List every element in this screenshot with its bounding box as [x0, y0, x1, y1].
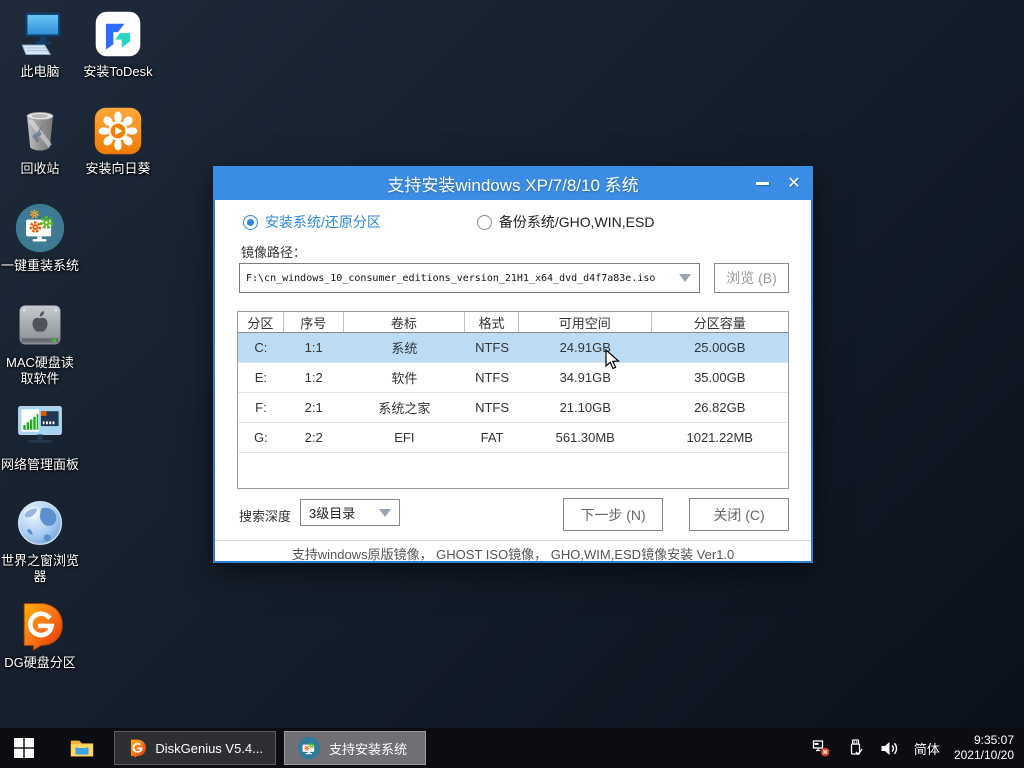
- one-key-reinstall-icon: [14, 202, 66, 254]
- mode-radio-group: 安装系统/还原分区 备份系统/GHO,WIN,ESD: [243, 212, 654, 232]
- chevron-down-icon: [679, 274, 691, 282]
- desktop-icon-world-window-browser[interactable]: 世界之窗浏览器: [0, 497, 80, 585]
- clock[interactable]: 9:35:07 2021/10/20: [954, 733, 1014, 763]
- desktop-icon-label: 一键重装系统: [0, 258, 80, 274]
- radio-label: 安装系统/还原分区: [265, 212, 381, 232]
- desktop-icon-recycle-bin[interactable]: 回收站: [0, 105, 80, 177]
- window-title: 支持安装windows XP/7/8/10 系统: [387, 171, 638, 196]
- mac-disk-icon: [14, 299, 66, 351]
- desktop-icon-label: 网络管理面板: [0, 457, 80, 473]
- installer-window: 支持安装windows XP/7/8/10 系统 ✕ 安装系统/还原分区 备份系…: [213, 166, 813, 563]
- input-method-indicator[interactable]: 简体: [914, 739, 940, 758]
- radio-selected-icon: [243, 215, 258, 230]
- desktop-icon-network-panel[interactable]: 网络管理面板: [0, 401, 80, 473]
- start-button[interactable]: [0, 728, 48, 768]
- close-dialog-button[interactable]: 关闭 (C): [689, 498, 789, 531]
- clock-time: 9:35:07: [954, 733, 1014, 748]
- desktop-icon-label: DG硬盘分区: [0, 655, 80, 671]
- partition-table: 分区 序号 卷标 格式 可用空间 分区容量 C: 1:1 系统 NTFS 24.…: [237, 311, 789, 489]
- radio-label: 备份系统/GHO,WIN,ESD: [499, 212, 655, 232]
- desktop-icon-todesk[interactable]: 安装ToDesk: [78, 8, 158, 80]
- radio-backup[interactable]: 备份系统/GHO,WIN,ESD: [477, 212, 655, 232]
- table-row-g[interactable]: G: 2:2 EFI FAT 561.30MB 1021.22MB: [238, 423, 788, 453]
- search-depth-value: 3级目录: [301, 503, 379, 522]
- globe-browser-icon: [14, 497, 66, 549]
- column-header: 分区: [238, 312, 284, 332]
- footer-text: 支持windows原版镜像， GHOST ISO镜像， GHO,WIM,ESD镜…: [215, 544, 811, 563]
- system-tray: 简体 9:35:07 2021/10/20: [812, 733, 1024, 763]
- column-header: 可用空间: [519, 312, 652, 332]
- usb-device-icon[interactable]: [846, 738, 866, 758]
- column-header: 序号: [284, 312, 344, 332]
- taskbar-button-label: DiskGenius V5.4...: [155, 741, 263, 756]
- this-pc-icon: [14, 8, 66, 60]
- radio-install-restore[interactable]: 安装系统/还原分区: [243, 212, 381, 232]
- taskbar: DiskGenius V5.4... 支持安装系统: [0, 728, 1024, 768]
- desktop-icon-label: 安装向日葵: [78, 161, 158, 177]
- browse-button[interactable]: 浏览 (B): [714, 263, 789, 293]
- table-row-e[interactable]: E: 1:2 软件 NTFS 34.91GB 35.00GB: [238, 363, 788, 393]
- close-icon: ✕: [787, 173, 800, 193]
- window-titlebar[interactable]: 支持安装windows XP/7/8/10 系统 ✕: [213, 166, 813, 200]
- desktop-icon-label: 回收站: [0, 161, 80, 177]
- volume-icon[interactable]: [880, 738, 900, 758]
- desktop-icon-this-pc[interactable]: 此电脑: [0, 8, 80, 80]
- desktop-icon-sunflower[interactable]: 安装向日葵: [78, 105, 158, 177]
- sunflower-icon: [92, 105, 144, 157]
- installer-app-icon: [297, 736, 321, 760]
- network-panel-icon: [14, 401, 66, 453]
- close-button[interactable]: ✕: [779, 166, 809, 200]
- image-path-value: F:\cn_windows_10_consumer_editions_versi…: [240, 273, 679, 284]
- desktop-icon-label: MAC硬盘读取软件: [0, 355, 80, 387]
- desktop-icon-mac-disk-reader[interactable]: MAC硬盘读取软件: [0, 299, 80, 387]
- table-header-row: 分区 序号 卷标 格式 可用空间 分区容量: [238, 312, 788, 333]
- minimize-button[interactable]: [747, 166, 777, 200]
- diskgenius-icon: [14, 599, 66, 651]
- chevron-down-icon: [379, 509, 391, 517]
- taskbar-button-label: 支持安装系统: [329, 739, 407, 758]
- diskgenius-icon: [127, 737, 147, 759]
- search-depth-label: 搜索深度: [239, 506, 291, 525]
- recycle-bin-icon: [14, 105, 66, 157]
- desktop-icon-label: 世界之窗浏览器: [0, 553, 80, 585]
- desktop-icon-dg-partition[interactable]: DG硬盘分区: [0, 599, 80, 671]
- radio-unselected-icon: [477, 215, 492, 230]
- file-explorer-button[interactable]: [58, 728, 106, 768]
- search-depth-select[interactable]: 3级目录: [300, 499, 400, 526]
- folder-icon: [69, 735, 95, 761]
- column-header: 分区容量: [652, 312, 789, 332]
- window-body: 安装系统/还原分区 备份系统/GHO,WIN,ESD 镜像路径： F:\cn_w…: [213, 200, 813, 563]
- clock-date: 2021/10/20: [954, 748, 1014, 763]
- windows-logo-icon: [13, 737, 35, 759]
- taskbar-button-installer[interactable]: 支持安装系统: [284, 731, 426, 765]
- todesk-icon: [92, 8, 144, 60]
- desktop-icon-label: 此电脑: [0, 64, 80, 80]
- image-path-combobox[interactable]: F:\cn_windows_10_consumer_editions_versi…: [239, 263, 700, 293]
- next-button[interactable]: 下一步 (N): [563, 498, 663, 531]
- table-row-f[interactable]: F: 2:1 系统之家 NTFS 21.10GB 26.82GB: [238, 393, 788, 423]
- desktop-icon-label: 安装ToDesk: [78, 64, 158, 80]
- column-header: 卷标: [344, 312, 466, 332]
- image-path-label: 镜像路径：: [241, 242, 306, 261]
- desktop-icon-one-key-reinstall[interactable]: 一键重装系统: [0, 202, 80, 274]
- minimize-icon: [756, 182, 769, 185]
- taskbar-button-diskgenius[interactable]: DiskGenius V5.4...: [114, 731, 276, 765]
- network-disconnected-icon[interactable]: [812, 738, 832, 758]
- footer-divider: [215, 540, 811, 541]
- table-row-c[interactable]: C: 1:1 系统 NTFS 24.91GB 25.00GB: [238, 333, 788, 363]
- column-header: 格式: [465, 312, 519, 332]
